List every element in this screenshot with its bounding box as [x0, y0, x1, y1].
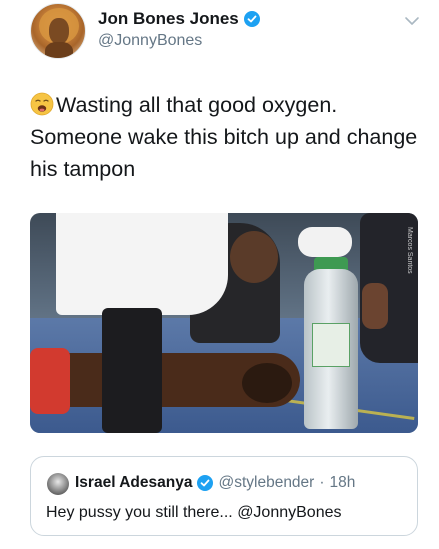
weary-face-emoji-icon	[30, 92, 54, 116]
quoted-tweet[interactable]: Israel Adesanya @stylebender · 18h Hey p…	[30, 456, 418, 536]
photo-white-coat	[56, 213, 228, 315]
quoted-author-row: Israel Adesanya @stylebender · 18h	[75, 474, 355, 492]
author-display-name[interactable]: Jon Bones Jones	[98, 9, 239, 29]
tweet-text: Wasting all that good oxygen. Someone wa…	[30, 89, 430, 185]
quoted-author-handle: @stylebender	[218, 474, 315, 491]
tweet-body-text: Wasting all that good oxygen. Someone wa…	[30, 93, 418, 181]
photo-kneeling-arm	[362, 283, 388, 329]
photo-medic-head	[230, 231, 278, 283]
photo-oxygen-tank-label	[312, 323, 350, 367]
photo-legs	[102, 308, 162, 433]
photo-fighter-head	[242, 363, 292, 403]
avatar-torso	[45, 42, 73, 58]
chevron-down-icon[interactable]	[403, 12, 421, 30]
author-handle[interactable]: @JonnyBones	[98, 32, 202, 50]
checkmark-icon	[201, 479, 210, 487]
quoted-verified-badge-icon	[197, 475, 214, 491]
photo-watermark: Marcos Santos	[406, 227, 413, 274]
quoted-separator: ·	[319, 474, 325, 491]
author-avatar[interactable]	[30, 3, 86, 59]
photo-fighter-shorts	[30, 348, 70, 414]
tweet-card: Jon Bones Jones @JonnyBones Wasting all …	[0, 0, 439, 549]
avatar-face	[49, 18, 69, 44]
quoted-author-avatar	[47, 473, 69, 495]
author-name-row: Jon Bones Jones	[98, 9, 260, 29]
tweet-photo[interactable]: Marcos Santos	[30, 213, 418, 433]
checkmark-icon	[247, 15, 257, 23]
quoted-author-name: Israel Adesanya	[75, 474, 193, 491]
quoted-timestamp: 18h	[329, 474, 356, 491]
photo-glove	[298, 227, 352, 257]
verified-badge-icon	[243, 11, 260, 27]
quoted-tweet-text: Hey pussy you still there... @JonnyBones	[46, 504, 342, 521]
